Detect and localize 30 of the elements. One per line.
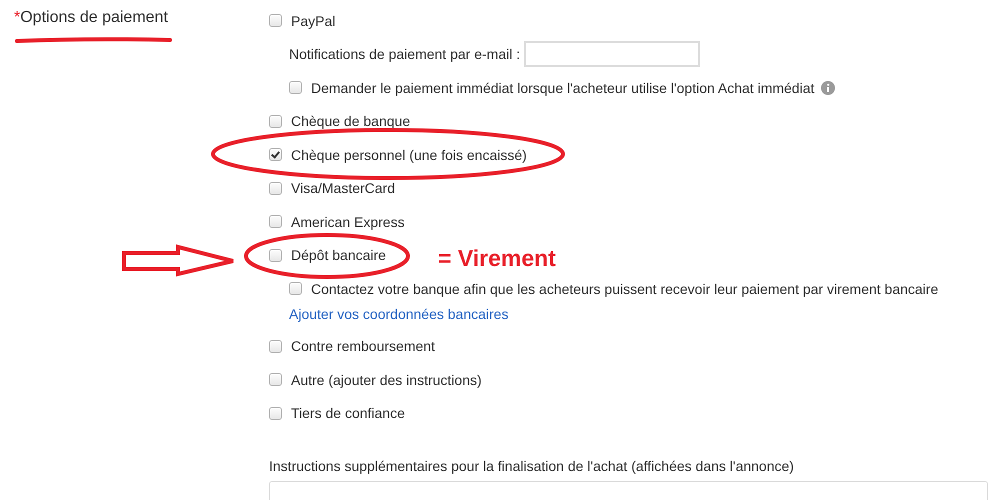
email-label: Notifications de paiement par e-mail : [289,46,520,62]
arrow-icon [122,244,235,277]
checkbox[interactable] [269,340,282,353]
field-label: *Options de paiement [14,9,169,27]
instructions-label: Instructions supplémentaires pour la finalisation de l'achat (affichées dans l'annonce) [269,458,795,474]
info-icon[interactable] [821,80,836,95]
checkbox[interactable] [269,114,282,128]
checkbox[interactable] [289,282,302,296]
checkbox[interactable] [269,373,282,386]
bank-details-link[interactable]: Ajouter vos coordonnées bancaires [289,306,508,322]
checkbox[interactable] [269,215,282,228]
option-label: Tiers de confiance [291,405,405,422]
option-label: PayPal [291,12,336,29]
checkbox[interactable] [269,248,282,262]
option-label: Contactez votre banque afin que les acheteurs puissent recevoir leur paiement par virement bancaire [311,280,938,297]
option-label: Autre (ajouter des instructions) [291,372,482,388]
checkbox[interactable] [269,182,282,195]
option-label: Demander le paiement immédiat lorsque l'acheteur utilise l'option Achat immédiat [311,80,814,96]
checkbox[interactable] [269,406,282,420]
checkbox[interactable] [269,148,282,162]
option-label: Chèque personnel (une fois encaissé) [291,146,527,163]
checkbox[interactable] [289,81,302,94]
option-label: American Express [291,214,405,230]
checkbox[interactable] [269,14,282,28]
annotation-text: = Virement [438,245,556,272]
option-label: Visa/MasterCard [291,180,396,196]
option-label: Chèque de banque [291,113,410,130]
email-field[interactable] [524,41,700,68]
option-label: Dépôt bancaire [291,247,386,264]
option-label: Contre remboursement [291,338,435,354]
